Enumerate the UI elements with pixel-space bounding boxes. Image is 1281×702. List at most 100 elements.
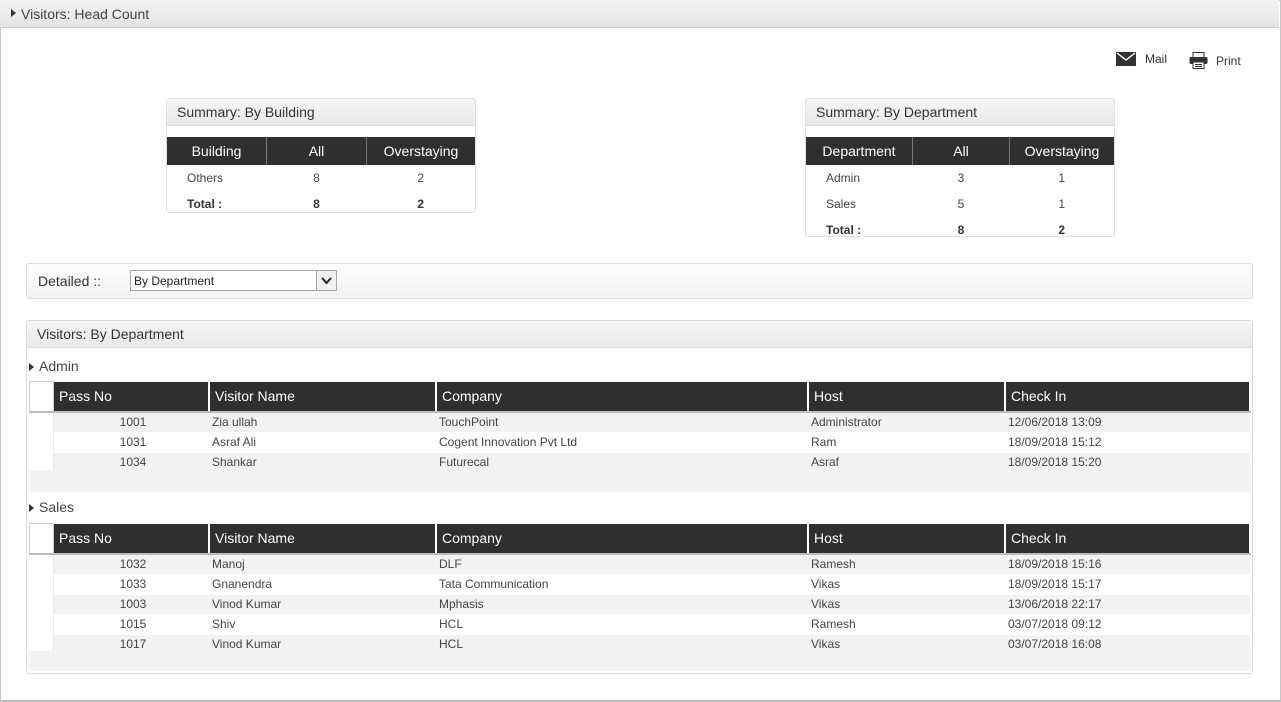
detailed-label: Detailed :: [38,273,102,289]
pass-no: 1015 [53,614,209,635]
col-check-in[interactable]: Check In [1005,523,1251,555]
expand-triangle-icon[interactable] [11,9,16,17]
summary-row: Others 8 2 [167,165,475,191]
print-button[interactable]: Print [1189,52,1241,69]
summary-row: Sales 5 1 [806,191,1114,217]
table-row[interactable]: 1031 Asraf Ali Cogent Innovation Pvt Ltd… [29,432,1250,453]
host: Ramesh [808,553,1005,575]
summary-total-row: Total : 8 2 [806,217,1114,243]
select-column [29,381,54,413]
visitor-name: Vinod Kumar [209,594,436,615]
admin-visitors-table: Pass No Visitor Name Company Host Check … [29,381,1251,473]
expand-triangle-icon[interactable] [29,363,34,371]
company: Mphasis [436,594,808,615]
row-selector [29,574,54,595]
group-footer [29,470,1251,492]
summary-department-panel: Summary: By Department Department All Ov… [805,98,1115,237]
pass-no: 1001 [53,411,209,433]
row-selector [29,432,54,453]
summary-department-table: Department All Overstaying Admin 3 1 Sal… [806,137,1114,243]
row-selector [29,614,54,635]
visitors-panel: Visitors: By Department Admin Pass No Vi… [26,320,1253,674]
print-label: Print [1216,53,1241,68]
building-name: Others [187,171,224,185]
visitors-title: Visitors: By Department [27,321,1252,348]
check-in: 03/07/2018 09:12 [1005,614,1250,635]
summary-building-title: Summary: By Building [167,99,475,126]
col-all[interactable]: All [266,137,367,165]
group-header-sales[interactable]: Sales [29,499,74,515]
group-name: Admin [39,358,79,374]
col-visitor-name[interactable]: Visitor Name [209,381,437,413]
col-pass-no[interactable]: Pass No [53,381,210,413]
all-count: 8 [313,171,320,185]
title-bar[interactable]: Visitors: Head Count [0,0,1279,28]
total-all: 8 [313,197,320,211]
col-all[interactable]: All [912,137,1010,165]
overstaying-count: 1 [1058,171,1066,185]
summary-total-row: Total : 8 2 [167,191,475,217]
printer-icon [1189,52,1208,69]
check-in: 18/09/2018 15:12 [1005,432,1250,453]
check-in: 18/09/2018 15:17 [1005,574,1250,595]
check-in: 18/09/2018 15:16 [1005,553,1250,575]
expand-triangle-icon[interactable] [29,504,34,512]
table-row[interactable]: 1003 Vinod Kumar Mphasis Vikas 13/06/201… [29,594,1250,615]
col-overstaying[interactable]: Overstaying [1009,137,1114,165]
visitor-name: Zia ullah [209,411,436,433]
total-label: Total : [826,223,862,237]
dropdown-button[interactable] [316,271,336,290]
all-count: 3 [957,171,965,185]
host: Administrator [808,411,1005,433]
table-row[interactable]: 1015 Shiv HCL Ramesh 03/07/2018 09:12 [29,614,1250,635]
col-company[interactable]: Company [436,523,809,555]
row-selector [29,553,54,575]
detailed-select[interactable]: By Department [130,270,337,291]
company: Futurecal [436,452,808,473]
summary-building-panel: Summary: By Building Building All Overst… [166,98,476,213]
pass-no: 1034 [53,452,209,473]
host: Vikas [808,574,1005,595]
select-column [29,523,54,555]
col-company[interactable]: Company [436,381,809,413]
visitor-name: Gnanendra [209,574,436,595]
col-visitor-name[interactable]: Visitor Name [209,523,437,555]
company: TouchPoint [436,411,808,433]
host: Ramesh [808,614,1005,635]
col-host[interactable]: Host [808,381,1006,413]
check-in: 13/06/2018 22:17 [1005,594,1250,615]
pass-no: 1032 [53,553,209,575]
company: Tata Communication [436,574,808,595]
summary-row: Admin 3 1 [806,165,1114,191]
table-row[interactable]: 1033 Gnanendra Tata Communication Vikas … [29,574,1250,595]
summary-department-title: Summary: By Department [806,99,1114,126]
detailed-select-value: By Department [134,274,215,288]
mail-button[interactable]: Mail [1116,52,1167,66]
company: Cogent Innovation Pvt Ltd [436,432,808,453]
row-selector [29,452,54,473]
detailed-filter-bar: Detailed :: By Department [26,263,1253,299]
group-header-admin[interactable]: Admin [29,358,79,374]
chevron-down-icon [321,277,332,285]
col-host[interactable]: Host [808,523,1006,555]
table-row[interactable]: 1001 Zia ullah TouchPoint Administrator … [29,411,1250,433]
pass-no: 1031 [53,432,209,453]
col-department[interactable]: Department [806,137,913,165]
department-name: Sales [826,197,857,211]
table-row[interactable]: 1032 Manoj DLF Ramesh 18/09/2018 15:16 [29,553,1250,575]
visitor-name: Shankar [209,452,436,473]
host: Asraf [808,452,1005,473]
col-check-in[interactable]: Check In [1005,381,1251,413]
total-overstaying: 2 [417,197,425,211]
total-overstaying: 2 [1058,223,1066,237]
col-building[interactable]: Building [167,137,267,165]
mail-icon [1116,52,1136,66]
check-in: 18/09/2018 15:20 [1005,452,1250,473]
col-overstaying[interactable]: Overstaying [366,137,475,165]
visitor-name: Manoj [209,553,436,575]
company: DLF [436,553,808,575]
window-title: Visitors: Head Count [21,6,150,22]
department-name: Admin [826,171,861,185]
col-pass-no[interactable]: Pass No [53,523,210,555]
table-row[interactable]: 1034 Shankar Futurecal Asraf 18/09/2018 … [29,452,1250,473]
